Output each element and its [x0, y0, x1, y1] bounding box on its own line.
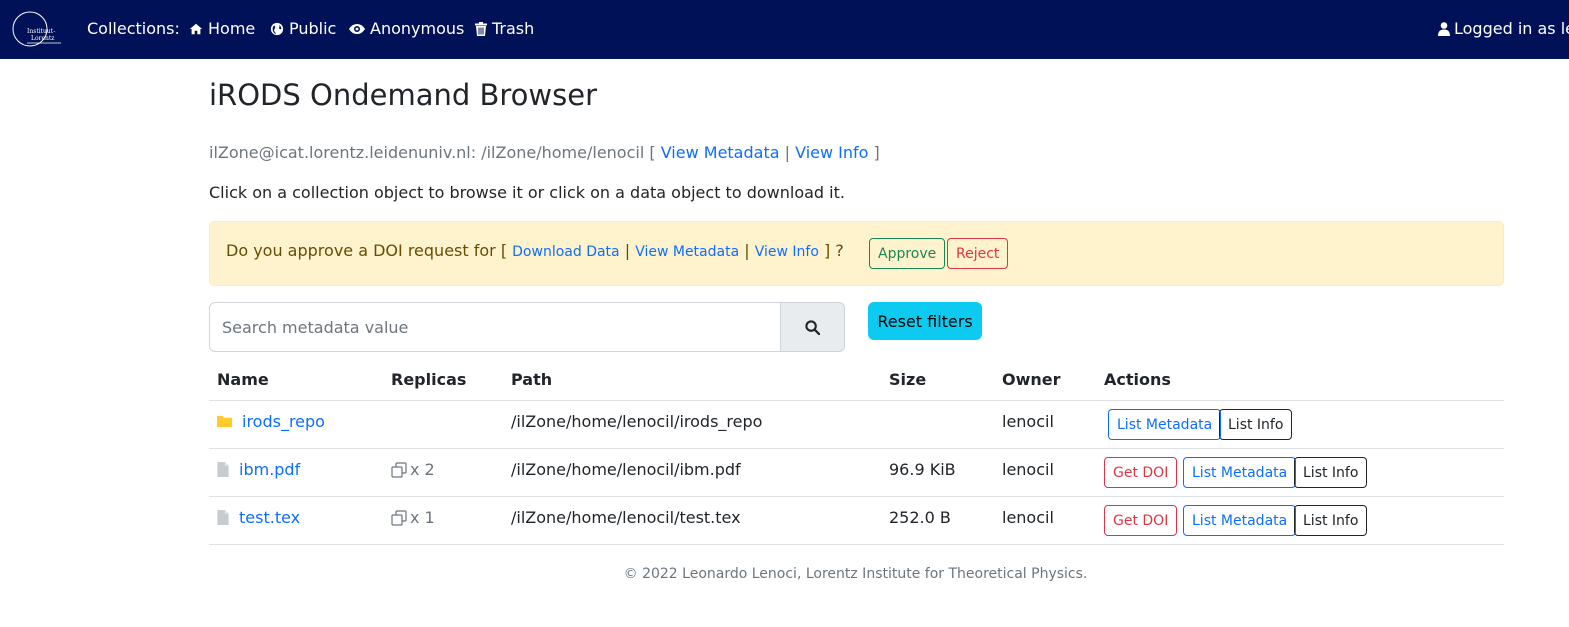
- svg-text:Lorentz: Lorentz: [31, 35, 54, 42]
- logged-in-label: Logged in as le: [1454, 19, 1569, 38]
- list-metadata-button[interactable]: List Metadata: [1183, 505, 1297, 536]
- row-owner: lenocil: [1002, 508, 1054, 527]
- nav-public[interactable]: Public: [270, 19, 336, 38]
- get-doi-button[interactable]: Get DOI: [1104, 457, 1178, 488]
- svg-text:Instituut-: Instituut-: [27, 28, 55, 35]
- replica-count: x 2: [410, 460, 435, 479]
- list-metadata-button[interactable]: List Metadata: [1108, 409, 1222, 440]
- folder-icon: [217, 415, 232, 428]
- nav-trash[interactable]: Trash: [475, 19, 534, 38]
- footer-copyright: © 2022 Leonardo Lenoci, Lorentz Institut…: [623, 566, 1088, 582]
- row-path: /ilZone/home/lenocil/test.tex: [511, 508, 741, 527]
- home-icon: [189, 23, 203, 34]
- file-link[interactable]: test.tex: [239, 508, 300, 527]
- row-size: 252.0 B: [889, 508, 951, 527]
- copy-icon: [391, 509, 407, 526]
- row-path: /ilZone/home/lenocil/ibm.pdf: [511, 460, 741, 479]
- row-name: ibm.pdf: [217, 460, 300, 479]
- trash-icon: [475, 21, 487, 36]
- header-path[interactable]: Path: [511, 370, 552, 389]
- globe-icon: [270, 22, 284, 35]
- table-row: irods_repo /ilZone/home/lenocil/irods_re…: [209, 401, 1504, 449]
- table-row: ibm.pdf x 2 /ilZone/home/lenocil/ibm.pdf…: [209, 449, 1504, 497]
- view-info-link[interactable]: View Info: [795, 143, 868, 162]
- file-icon: [217, 462, 229, 477]
- row-owner: lenocil: [1002, 412, 1054, 431]
- row-size: 96.9 KiB: [889, 460, 956, 479]
- header-replicas[interactable]: Replicas: [391, 370, 466, 389]
- eye-icon: [349, 23, 365, 34]
- view-metadata-link[interactable]: View Metadata: [661, 143, 780, 162]
- header-owner[interactable]: Owner: [1002, 370, 1061, 389]
- doi-question: Do you approve a DOI request for: [226, 241, 496, 260]
- reject-button[interactable]: Reject: [947, 238, 1009, 269]
- page-footer: © 2022 Leonardo Lenoci, Lorentz Institut…: [0, 566, 1569, 582]
- reset-filters-button[interactable]: Reset filters: [868, 302, 982, 340]
- row-name: test.tex: [217, 508, 300, 527]
- user-icon: [1438, 21, 1450, 36]
- get-doi-button[interactable]: Get DOI: [1104, 505, 1178, 536]
- file-icon: [217, 510, 229, 525]
- search-button[interactable]: [780, 302, 845, 352]
- collection-link[interactable]: irods_repo: [242, 412, 325, 431]
- nav-home[interactable]: Home: [189, 19, 255, 38]
- top-navbar: Instituut- Lorentz Collections: Home Pub…: [0, 0, 1569, 59]
- doi-view-metadata-link[interactable]: View Metadata: [635, 244, 739, 260]
- nav-anonymous-label: Anonymous: [370, 19, 465, 38]
- replica-count: x 1: [410, 508, 435, 527]
- approve-button[interactable]: Approve: [869, 238, 946, 269]
- header-name[interactable]: Name: [217, 370, 269, 389]
- row-replicas: x 1: [391, 508, 435, 527]
- row-path: /ilZone/home/lenocil/irods_repo: [511, 412, 763, 431]
- list-info-button[interactable]: List Info: [1294, 505, 1368, 536]
- search-metadata-input[interactable]: [209, 302, 781, 352]
- header-actions: Actions: [1104, 370, 1171, 389]
- user-menu[interactable]: Logged in as le: [1438, 19, 1569, 38]
- nav-anonymous[interactable]: Anonymous: [349, 19, 464, 38]
- row-replicas: x 2: [391, 460, 435, 479]
- file-link[interactable]: ibm.pdf: [239, 460, 300, 479]
- doi-view-info-link[interactable]: View Info: [755, 244, 819, 260]
- row-name: irods_repo: [217, 412, 325, 431]
- instituut-lorentz-logo[interactable]: Instituut- Lorentz: [10, 10, 64, 48]
- doi-request-alert: Do you approve a DOI request for [ Downl…: [209, 221, 1504, 286]
- header-size[interactable]: Size: [889, 370, 926, 389]
- list-info-button[interactable]: List Info: [1219, 409, 1293, 440]
- list-metadata-button[interactable]: List Metadata: [1183, 457, 1297, 488]
- zone-path: ilZone@icat.lorentz.leidenuniv.nl: /ilZo…: [209, 143, 645, 162]
- page-title: iRODS Ondemand Browser: [209, 78, 597, 112]
- nav-home-label: Home: [208, 19, 256, 38]
- collections-label: Collections:: [87, 19, 180, 38]
- nav-public-label: Public: [289, 19, 337, 38]
- doi-request-text: Do you approve a DOI request for [ Downl…: [226, 241, 844, 260]
- row-owner: lenocil: [1002, 460, 1054, 479]
- zone-path-line: ilZone@icat.lorentz.leidenuniv.nl: /ilZo…: [209, 143, 880, 162]
- instructions-text: Click on a collection object to browse i…: [209, 183, 845, 202]
- table-row: test.tex x 1 /ilZone/home/lenocil/test.t…: [209, 497, 1504, 545]
- list-info-button[interactable]: List Info: [1294, 457, 1368, 488]
- doi-download-data-link[interactable]: Download Data: [512, 244, 619, 260]
- search-icon: [805, 319, 820, 335]
- copy-icon: [391, 461, 407, 478]
- nav-trash-label: Trash: [492, 19, 535, 38]
